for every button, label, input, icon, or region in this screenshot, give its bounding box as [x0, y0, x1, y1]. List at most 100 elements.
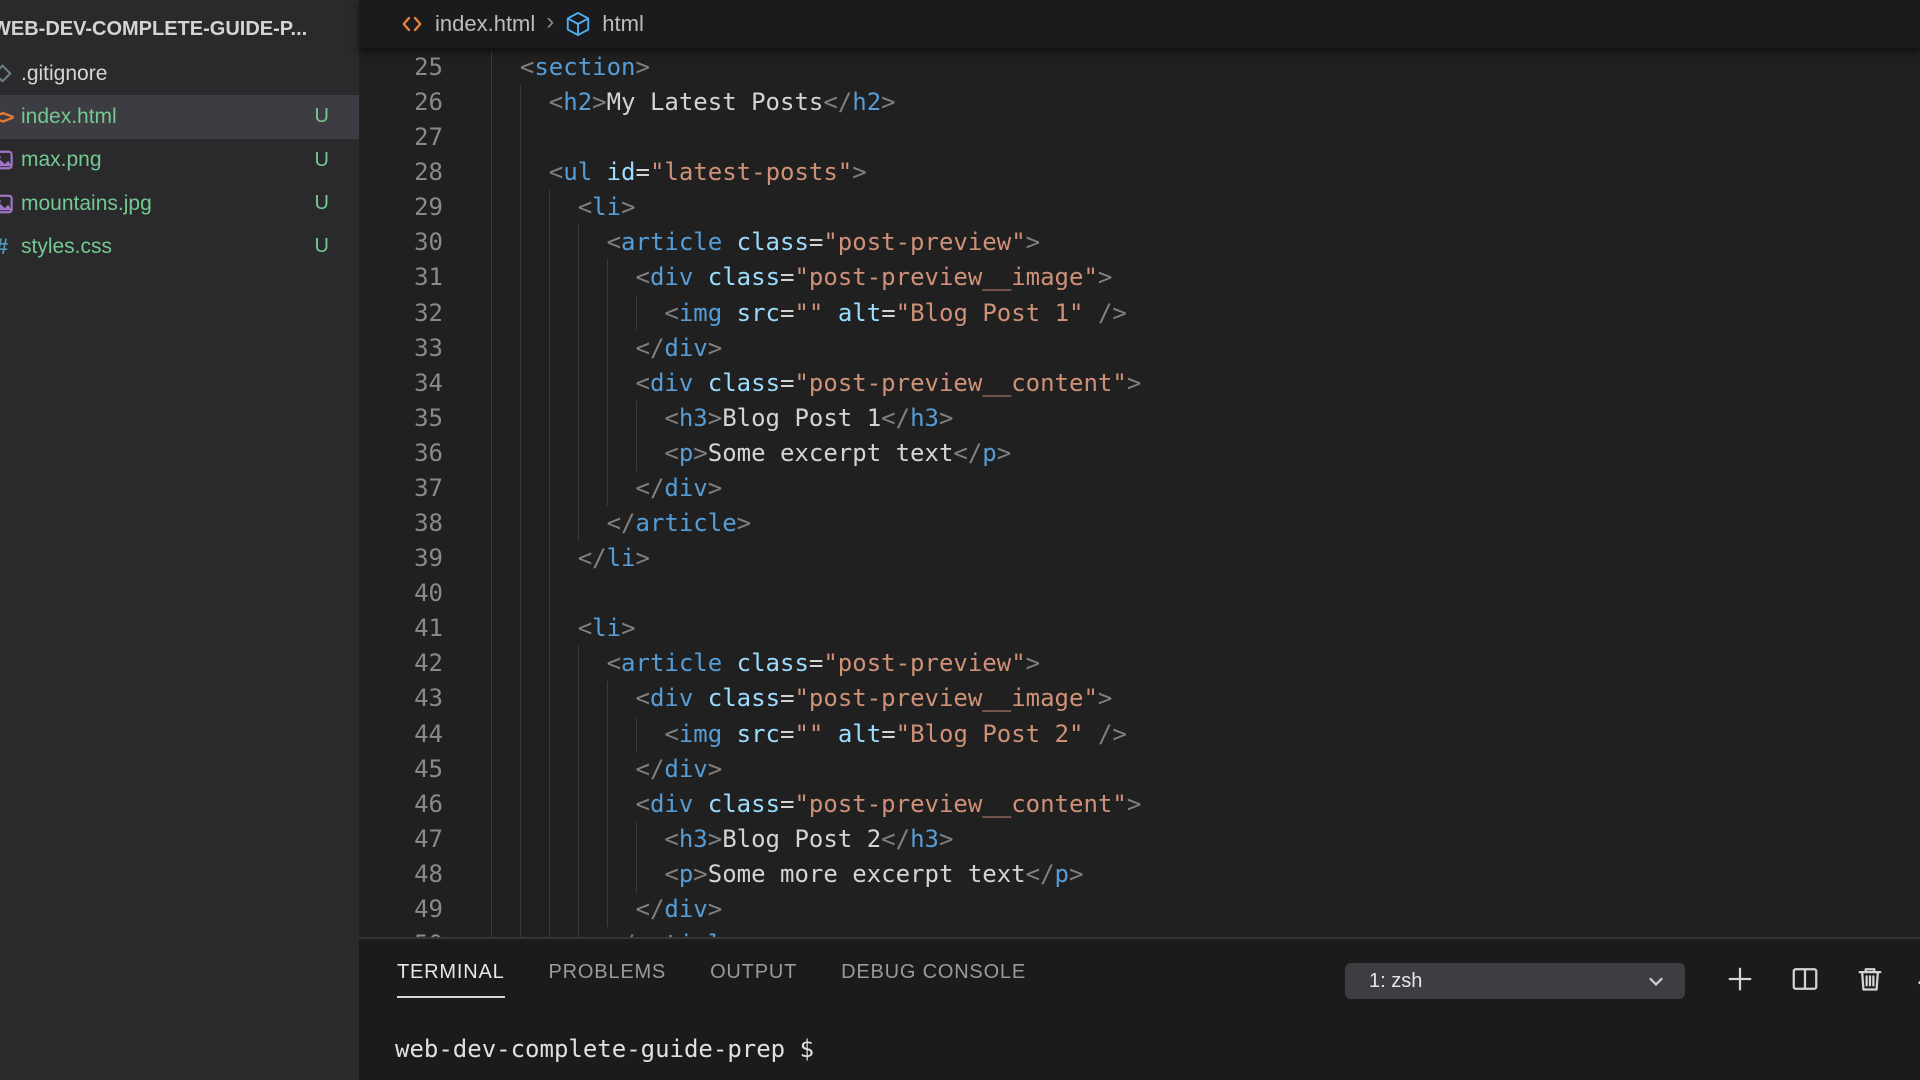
- kill-terminal-trash-icon[interactable]: [1852, 961, 1888, 997]
- code-text: <p>Some excerpt text</p>: [491, 436, 1011, 471]
- html-angle-brackets-icon: <>: [0, 105, 13, 129]
- file-name: styles.css: [21, 235, 315, 259]
- image-file-icon: [0, 189, 17, 219]
- code-line-45[interactable]: 45 </div>: [359, 752, 1920, 787]
- git-status-badge: U: [315, 105, 329, 128]
- file-row-max.png[interactable]: max.pngU: [0, 139, 359, 182]
- code-line-38[interactable]: 38 </article>: [359, 506, 1920, 541]
- indent-guide: [520, 576, 521, 611]
- file-row-index.html[interactable]: <> index.htmlU: [0, 95, 359, 138]
- code-line-46[interactable]: 46 <div class="post-preview__content">: [359, 787, 1920, 822]
- line-number: 32: [359, 296, 443, 331]
- file-name: .gitignore: [21, 62, 329, 86]
- panel-tab-problems[interactable]: PROBLEMS: [549, 961, 667, 998]
- vscode-window: WEB-DEV-COMPLETE-GUIDE-P... .gitignore <>…: [0, 0, 1920, 1080]
- breadcrumb-file[interactable]: index.html: [435, 11, 535, 37]
- code-text: <article class="post-preview">: [491, 225, 1040, 260]
- code-line-28[interactable]: 28 <ul id="latest-posts">: [359, 155, 1920, 190]
- explorer-sidebar: WEB-DEV-COMPLETE-GUIDE-P... .gitignore <>…: [0, 0, 359, 1080]
- line-number: 41: [359, 611, 443, 646]
- indent-guide: [491, 576, 492, 611]
- panel-tab-terminal[interactable]: TERMINAL: [397, 961, 505, 998]
- code-line-33[interactable]: 33 </div>: [359, 331, 1920, 366]
- file-list: .gitignore<>index.htmlUmax.pngUmountains…: [0, 52, 359, 268]
- explorer-folder-header[interactable]: WEB-DEV-COMPLETE-GUIDE-P...: [0, 8, 359, 50]
- code-line-37[interactable]: 37 </div>: [359, 471, 1920, 506]
- code-line-27[interactable]: 27: [359, 120, 1920, 155]
- code-line-32[interactable]: 32 <img src="" alt="Blog Post 1" />: [359, 296, 1920, 331]
- breadcrumb-symbol[interactable]: html: [602, 11, 644, 37]
- maximize-panel-chevron-icon-partial[interactable]: [1911, 961, 1920, 997]
- code-line-30[interactable]: 30 <article class="post-preview">: [359, 225, 1920, 260]
- line-number: 34: [359, 366, 443, 401]
- line-number: 50: [359, 927, 443, 937]
- line-number: 48: [359, 857, 443, 892]
- line-number: 25: [359, 50, 443, 85]
- code-text: <ul id="latest-posts">: [491, 155, 867, 190]
- breadcrumb: index.html › html: [359, 0, 1920, 48]
- git-status-badge: U: [315, 235, 329, 258]
- code-line-25[interactable]: 25 <section>: [359, 50, 1920, 85]
- indent-guide: [491, 120, 492, 155]
- file-row-styles.css[interactable]: #styles.cssU: [0, 225, 359, 268]
- code-line-36[interactable]: 36 <p>Some excerpt text</p>: [359, 436, 1920, 471]
- code-line-44[interactable]: 44 <img src="" alt="Blog Post 2" />: [359, 717, 1920, 752]
- file-row-.gitignore[interactable]: .gitignore: [0, 52, 359, 95]
- code-text: <img src="" alt="Blog Post 2" />: [491, 717, 1127, 752]
- terminal-prompt[interactable]: web-dev-complete-guide-prep $: [395, 1035, 814, 1063]
- line-number: 29: [359, 190, 443, 225]
- code-text: <h3>Blog Post 1</h3>: [491, 401, 953, 436]
- line-number: 47: [359, 822, 443, 857]
- line-number: 44: [359, 717, 443, 752]
- code-text: <img src="" alt="Blog Post 1" />: [491, 296, 1127, 331]
- code-text: </div>: [491, 471, 722, 506]
- code-text: </div>: [491, 752, 722, 787]
- code-editor[interactable]: 25 <section>26 <h2>My Latest Posts</h2>2…: [359, 0, 1920, 937]
- code-text: <div class="post-preview__image">: [491, 681, 1112, 716]
- code-text: </div>: [491, 892, 722, 927]
- file-row-mountains.jpg[interactable]: mountains.jpgU: [0, 182, 359, 225]
- git-status-badge: U: [315, 192, 329, 215]
- code-line-41[interactable]: 41 <li>: [359, 611, 1920, 646]
- chevron-right-icon: ›: [546, 10, 554, 38]
- code-line-40[interactable]: 40: [359, 576, 1920, 611]
- line-number: 39: [359, 541, 443, 576]
- line-number: 28: [359, 155, 443, 190]
- explorer-folder-name: WEB-DEV-COMPLETE-GUIDE-P...: [0, 18, 307, 41]
- code-line-49[interactable]: 49 </div>: [359, 892, 1920, 927]
- image-icon: [0, 193, 13, 215]
- html-file-icon: <>: [0, 102, 17, 132]
- file-name: index.html: [21, 105, 315, 129]
- chevron-down-icon: [1645, 970, 1667, 992]
- git-status-badge: U: [315, 149, 329, 172]
- git-file-icon: [0, 59, 17, 89]
- panel-tab-output[interactable]: OUTPUT: [710, 961, 797, 998]
- line-number: 49: [359, 892, 443, 927]
- shell-selector-value: 1: zsh: [1369, 970, 1645, 993]
- code-text: </article>: [491, 927, 751, 937]
- new-terminal-plus-icon[interactable]: [1722, 961, 1758, 997]
- code-line-42[interactable]: 42 <article class="post-preview">: [359, 646, 1920, 681]
- line-number: 33: [359, 331, 443, 366]
- code-line-39[interactable]: 39 </li>: [359, 541, 1920, 576]
- code-text: </div>: [491, 331, 722, 366]
- panel-tabs: TERMINAL PROBLEMS OUTPUT DEBUG CONSOLE: [397, 961, 1026, 998]
- shell-selector-dropdown[interactable]: 1: zsh: [1345, 963, 1685, 999]
- symbol-cube-icon: [565, 11, 591, 37]
- panel-tab-debug-console[interactable]: DEBUG CONSOLE: [841, 961, 1026, 998]
- line-number: 46: [359, 787, 443, 822]
- code-line-34[interactable]: 34 <div class="post-preview__content">: [359, 366, 1920, 401]
- code-line-47[interactable]: 47 <h3>Blog Post 2</h3>: [359, 822, 1920, 857]
- code-line-50[interactable]: 50 </article>: [359, 927, 1920, 937]
- code-line-43[interactable]: 43 <div class="post-preview__image">: [359, 681, 1920, 716]
- line-number: 40: [359, 576, 443, 611]
- split-terminal-icon[interactable]: [1787, 961, 1823, 997]
- code-line-48[interactable]: 48 <p>Some more excerpt text</p>: [359, 857, 1920, 892]
- line-number: 26: [359, 85, 443, 120]
- line-number: 27: [359, 120, 443, 155]
- code-line-35[interactable]: 35 <h3>Blog Post 1</h3>: [359, 401, 1920, 436]
- code-line-26[interactable]: 26 <h2>My Latest Posts</h2>: [359, 85, 1920, 120]
- code-line-31[interactable]: 31 <div class="post-preview__image">: [359, 260, 1920, 295]
- code-line-29[interactable]: 29 <li>: [359, 190, 1920, 225]
- line-number: 37: [359, 471, 443, 506]
